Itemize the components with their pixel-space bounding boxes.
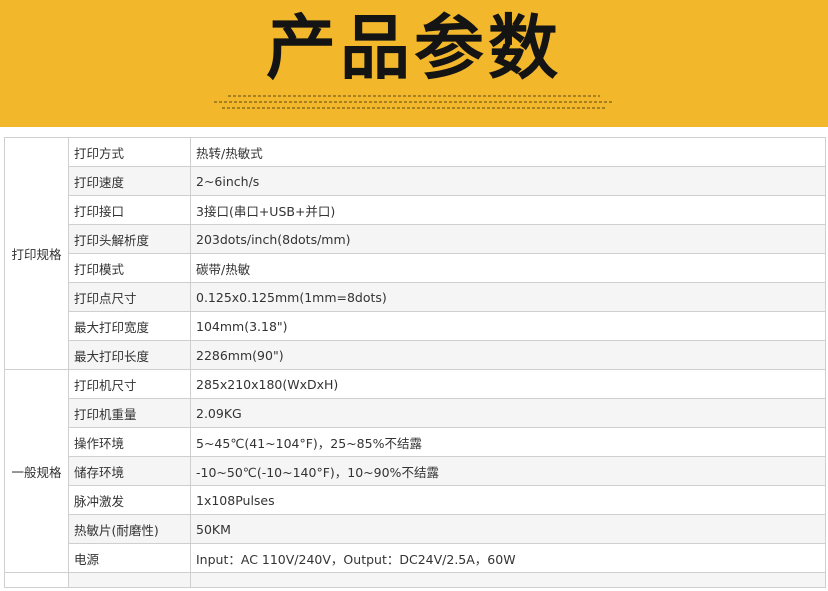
spec-value: 3接口(串口+USB+并口) — [190, 195, 826, 225]
spec-label: 打印机尺寸 — [68, 369, 191, 399]
banner-decoration — [222, 107, 606, 109]
table-row: 一般规格 打印机尺寸 285x210x180(WxDxH) — [4, 369, 826, 573]
table-row: 最大打印宽度 104mm(3.18") — [5, 311, 826, 341]
table-row: 电源 Input：AC 110V/240V，Output：DC24V/2.5A，… — [5, 543, 826, 573]
spec-label: 脉冲激发 — [68, 485, 191, 515]
spec-table: 打印规格 打印方式 热转/热敏式 打印速度 2~6inch/s 打印接口 3接口… — [4, 137, 826, 588]
spec-value: 5~45℃(41~104°F)，25~85%不结露 — [190, 427, 826, 457]
table-row: 打印机重量 2.09KG — [5, 398, 826, 428]
spec-label: 打印头解析度 — [68, 224, 191, 254]
spec-label: 操作环境 — [68, 427, 191, 457]
banner-decoration — [214, 101, 614, 103]
spec-value-empty — [190, 572, 826, 588]
table-row: 打印点尺寸 0.125x0.125mm(1mm=8dots) — [5, 282, 826, 312]
spec-value: 2286mm(90") — [190, 340, 826, 370]
spec-value: 285x210x180(WxDxH) — [190, 369, 826, 399]
spec-label: 打印点尺寸 — [68, 282, 191, 312]
banner-decoration — [228, 95, 600, 97]
spec-value: -10~50℃(-10~140°F)，10~90%不结露 — [190, 456, 826, 486]
spec-label: 最大打印长度 — [68, 340, 191, 370]
table-row: 打印速度 2~6inch/s — [5, 166, 826, 196]
table-row-partial — [4, 572, 826, 588]
spec-label: 打印速度 — [68, 166, 191, 196]
spec-label: 打印方式 — [68, 137, 191, 167]
spec-label: 打印模式 — [68, 253, 191, 283]
spec-value: 热转/热敏式 — [190, 137, 826, 167]
spec-value: 2.09KG — [190, 398, 826, 428]
spec-value: Input：AC 110V/240V，Output：DC24V/2.5A，60W — [190, 543, 826, 573]
group-label: 打印规格 — [4, 137, 69, 370]
banner-title: 产品参数 — [266, 7, 562, 89]
spec-value: 104mm(3.18") — [190, 311, 826, 341]
table-row: 打印模式 碳带/热敏 — [5, 253, 826, 283]
group-label-empty — [4, 572, 69, 588]
table-row: 打印接口 3接口(串口+USB+并口) — [5, 195, 826, 225]
spec-value: 碳带/热敏 — [190, 253, 826, 283]
table-row: 热敏片(耐磨性) 50KM — [5, 514, 826, 544]
spec-label: 热敏片(耐磨性) — [68, 514, 191, 544]
divider — [0, 127, 828, 137]
spec-value: 203dots/inch(8dots/mm) — [190, 224, 826, 254]
table-row: 打印规格 打印方式 热转/热敏式 — [4, 137, 826, 370]
table-row: 打印头解析度 203dots/inch(8dots/mm) — [5, 224, 826, 254]
spec-label: 打印接口 — [68, 195, 191, 225]
spec-value: 2~6inch/s — [190, 166, 826, 196]
spec-value: 1x108Pulses — [190, 485, 826, 515]
spec-label: 打印机重量 — [68, 398, 191, 428]
spec-label: 电源 — [68, 543, 191, 573]
spec-label-empty — [68, 572, 191, 588]
spec-value: 50KM — [190, 514, 826, 544]
table-row: 最大打印长度 2286mm(90") — [5, 340, 826, 370]
spec-label: 储存环境 — [68, 456, 191, 486]
table-row: 脉冲激发 1x108Pulses — [5, 485, 826, 515]
table-row: 储存环境 -10~50℃(-10~140°F)，10~90%不结露 — [5, 456, 826, 486]
table-row: 操作环境 5~45℃(41~104°F)，25~85%不结露 — [5, 427, 826, 457]
group-label: 一般规格 — [4, 369, 69, 573]
spec-value: 0.125x0.125mm(1mm=8dots) — [190, 282, 826, 312]
header-banner: 产品参数 — [0, 0, 828, 127]
spec-label: 最大打印宽度 — [68, 311, 191, 341]
